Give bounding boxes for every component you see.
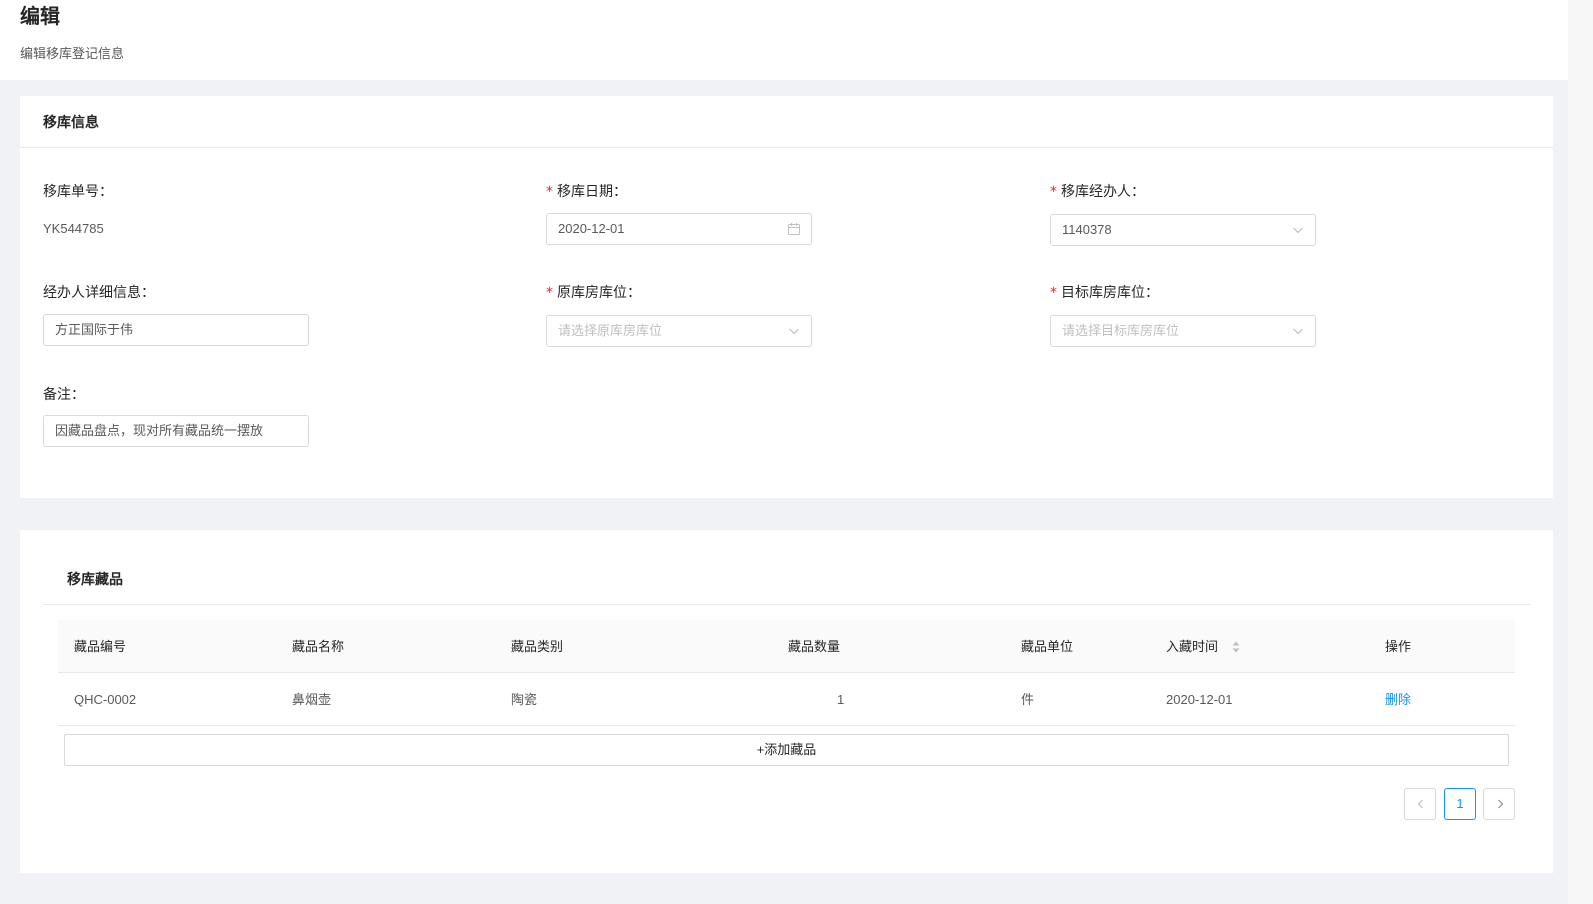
- source-location-placeholder: 请选择原库房库位: [558, 323, 663, 338]
- required-mark: *: [546, 184, 553, 200]
- column-header-category: 藏品类别: [511, 639, 564, 654]
- order-no-field: 移库单号： YK544785: [43, 181, 309, 236]
- chevron-right-icon: [1498, 799, 1504, 809]
- handler-detail-value: 方正国际于伟: [55, 322, 134, 337]
- source-location-label: * 原库房库位：: [546, 282, 812, 302]
- target-location-label-text: 目标库房库位：: [1061, 284, 1159, 300]
- handler-detail-label: 经办人详细信息：: [43, 284, 155, 300]
- next-page-button[interactable]: [1483, 788, 1515, 820]
- sort-icon[interactable]: [1232, 641, 1240, 653]
- column-header-quantity: 藏品数量: [788, 639, 841, 654]
- chevron-down-icon: [1293, 227, 1303, 234]
- page-title: 编辑: [20, 6, 60, 28]
- prev-page-button[interactable]: [1404, 788, 1436, 820]
- source-location-select[interactable]: 请选择原库房库位: [546, 315, 812, 347]
- card-title: 移库信息: [43, 114, 99, 130]
- handler-detail-input[interactable]: 方正国际于伟: [43, 314, 309, 346]
- delete-link[interactable]: 删除: [1385, 673, 1411, 726]
- date-value: 2020-12-01: [558, 221, 625, 236]
- required-mark: *: [546, 285, 553, 301]
- cell-quantity: 1: [837, 692, 845, 707]
- date-picker[interactable]: 2020-12-01: [546, 213, 812, 245]
- column-header-date-label: 入藏时间: [1166, 639, 1219, 654]
- source-location-field: * 原库房库位： 请选择原库房库位: [546, 282, 812, 347]
- required-mark: *: [1050, 285, 1057, 301]
- target-location-label: * 目标库房库位：: [1050, 282, 1316, 302]
- order-no-value: YK544785: [43, 221, 104, 236]
- items-table: 藏品编号 藏品名称 藏品类别 藏品数量 藏品单位 入藏时间 操作 QHC-000…: [58, 620, 1515, 726]
- date-field: * 移库日期： 2020-12-01: [546, 181, 812, 245]
- cell-code: QHC-0002: [74, 692, 137, 707]
- chevron-down-icon: [789, 328, 799, 335]
- page-header: 编辑 编辑移库登记信息: [0, 0, 1568, 80]
- page-subtitle: 编辑移库登记信息: [20, 46, 125, 61]
- scrollbar[interactable]: [1568, 0, 1593, 904]
- target-location-field: * 目标库房库位： 请选择目标库房库位: [1050, 282, 1316, 347]
- column-header-unit: 藏品单位: [1021, 639, 1074, 654]
- cell-unit: 件: [1021, 692, 1035, 707]
- table-header: 藏品编号 藏品名称 藏品类别 藏品数量 藏品单位 入藏时间 操作: [58, 620, 1515, 673]
- handler-field: * 移库经办人： 1140378: [1050, 181, 1316, 246]
- calendar-icon: [788, 223, 800, 235]
- date-label-text: 移库日期：: [557, 183, 627, 199]
- cell-date: 2020-12-01: [1166, 692, 1233, 707]
- divider: [43, 604, 1530, 605]
- table-row: QHC-0002 鼻烟壶 陶瓷 1 件 2020-12-01 删除: [58, 673, 1515, 726]
- remark-value: 因藏品盘点，现对所有藏品统一摆放: [55, 423, 264, 438]
- card-title: 移库藏品: [67, 571, 123, 587]
- remark-field: 备注： 因藏品盘点，现对所有藏品统一摆放: [43, 384, 309, 447]
- cell-name: 鼻烟壶: [292, 692, 332, 707]
- required-mark: *: [1050, 184, 1057, 200]
- add-item-button[interactable]: +添加藏品: [64, 734, 1509, 766]
- chevron-left-icon: [1417, 799, 1423, 809]
- remark-input[interactable]: 因藏品盘点，现对所有藏品统一摆放: [43, 415, 309, 447]
- card-header: 移库信息: [20, 96, 1553, 148]
- source-location-label-text: 原库房库位：: [557, 284, 641, 300]
- handler-label: * 移库经办人：: [1050, 181, 1316, 201]
- column-header-name: 藏品名称: [292, 639, 345, 654]
- page-1-button[interactable]: 1: [1444, 788, 1476, 820]
- column-header-date[interactable]: 入藏时间: [1166, 620, 1240, 673]
- column-header-action: 操作: [1385, 639, 1412, 654]
- transfer-info-card: 移库信息 移库单号： YK544785 * 移库日期： 2020-12-01 * 移…: [20, 96, 1553, 498]
- handler-detail-field: 经办人详细信息： 方正国际于伟: [43, 282, 309, 346]
- date-label: * 移库日期：: [546, 181, 812, 201]
- remark-label: 备注：: [43, 386, 85, 402]
- column-header-code: 藏品编号: [74, 639, 127, 654]
- handler-label-text: 移库经办人：: [1061, 183, 1145, 199]
- handler-value: 1140378: [1062, 222, 1112, 237]
- chevron-down-icon: [1293, 328, 1303, 335]
- order-no-label: 移库单号：: [43, 183, 113, 199]
- handler-select[interactable]: 1140378: [1050, 214, 1316, 246]
- transfer-items-card: 移库藏品 藏品编号 藏品名称 藏品类别 藏品数量 藏品单位 入藏时间 操作 QH…: [20, 530, 1553, 873]
- target-location-placeholder: 请选择目标库房库位: [1062, 323, 1180, 338]
- target-location-select[interactable]: 请选择目标库房库位: [1050, 315, 1316, 347]
- cell-category: 陶瓷: [511, 692, 538, 707]
